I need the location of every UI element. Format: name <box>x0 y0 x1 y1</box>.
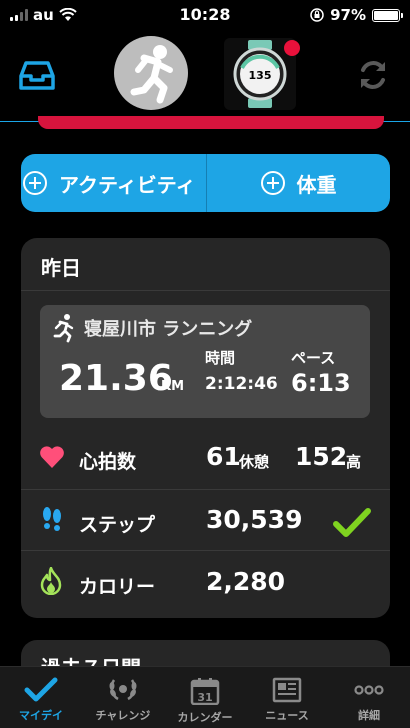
add-activity-button[interactable]: アクティビティ <box>21 154 207 212</box>
tab-more[interactable]: 詳細 <box>328 667 410 728</box>
resting-hr-label: 休憩 <box>239 453 270 471</box>
add-buttons-bar: アクティビティ 体重 <box>21 154 390 212</box>
calories-label: カロリー <box>79 576 156 598</box>
tab-my-day[interactable]: マイデイ <box>0 667 82 728</box>
sync-icon[interactable] <box>356 58 390 92</box>
flame-icon <box>40 567 62 595</box>
tab-label: マイデイ <box>19 709 63 722</box>
more-icon <box>354 685 384 695</box>
pace-label: ペース <box>291 349 336 367</box>
high-hr-value: 152 <box>295 442 348 471</box>
divider <box>21 550 390 551</box>
battery-percent: 97% <box>330 6 366 24</box>
pace-value: 6:13 <box>291 369 351 397</box>
check-icon <box>24 677 58 702</box>
tab-news[interactable]: ニュース <box>246 667 328 728</box>
tab-challenges[interactable]: チャレンジ <box>82 667 164 728</box>
calories-value: 2,280 <box>206 567 286 596</box>
time-value: 2:12:46 <box>205 374 278 394</box>
distance-unit: KM <box>161 379 185 394</box>
battery-icon <box>372 8 403 22</box>
tab-label: ニュース <box>265 709 309 722</box>
watch-icon[interactable]: 135 <box>224 38 300 110</box>
app-header: 135 <box>0 30 410 122</box>
card-title: 昨日 <box>41 256 81 280</box>
heart-rate-row[interactable]: 心拍数 61 休憩 152 高 <box>21 427 390 489</box>
heart-icon <box>40 446 64 468</box>
yesterday-card[interactable]: 昨日 寝屋川市 ランニング 21.36 KM 時間 2:12:46 ペース 6:… <box>21 238 390 618</box>
watch-face-value: 135 <box>249 69 272 82</box>
activity-name: 寝屋川市 ランニング <box>84 319 253 340</box>
footsteps-icon <box>43 507 61 531</box>
tab-calendar[interactable]: 31 カレンダー <box>164 667 246 728</box>
news-icon <box>272 677 302 703</box>
add-weight-button[interactable]: 体重 <box>207 154 390 212</box>
high-hr-label: 高 <box>346 453 362 471</box>
status-bar: au 10:28 97% <box>0 0 410 30</box>
heart-rate-label: 心拍数 <box>79 451 137 473</box>
divider <box>21 290 390 291</box>
orientation-lock-icon <box>310 8 324 22</box>
steps-row[interactable]: ステップ 30,539 <box>21 490 390 552</box>
steps-value: 30,539 <box>206 505 303 534</box>
tab-bar: マイデイ チャレンジ 31 カレンダー ニュース 詳細 <box>0 666 410 728</box>
tab-label: チャレンジ <box>95 709 151 722</box>
notification-dot <box>284 40 300 56</box>
runner-avatar-icon[interactable] <box>114 36 188 110</box>
alert-banner[interactable] <box>38 116 384 129</box>
inbox-icon[interactable] <box>18 60 56 92</box>
resting-hr-value: 61 <box>206 442 241 471</box>
plus-circle-icon <box>23 171 47 195</box>
add-weight-label: 体重 <box>296 172 337 197</box>
activity-distance: 21.36 <box>59 358 173 399</box>
add-activity-label: アクティビティ <box>59 172 196 197</box>
goal-check-icon <box>333 508 371 537</box>
laurel-icon <box>109 679 137 701</box>
time-label: 時間 <box>205 349 236 367</box>
plus-circle-icon <box>260 171 285 195</box>
calories-row[interactable]: カロリー 2,280 <box>21 552 390 614</box>
tab-label: カレンダー <box>177 711 233 724</box>
steps-label: ステップ <box>79 514 156 536</box>
running-icon <box>53 314 74 343</box>
calendar-day: 31 <box>197 691 212 704</box>
tab-label: 詳細 <box>358 709 380 722</box>
activity-summary[interactable]: 寝屋川市 ランニング 21.36 KM 時間 2:12:46 ペース 6:13 <box>40 305 370 418</box>
calendar-icon: 31 <box>190 678 220 705</box>
